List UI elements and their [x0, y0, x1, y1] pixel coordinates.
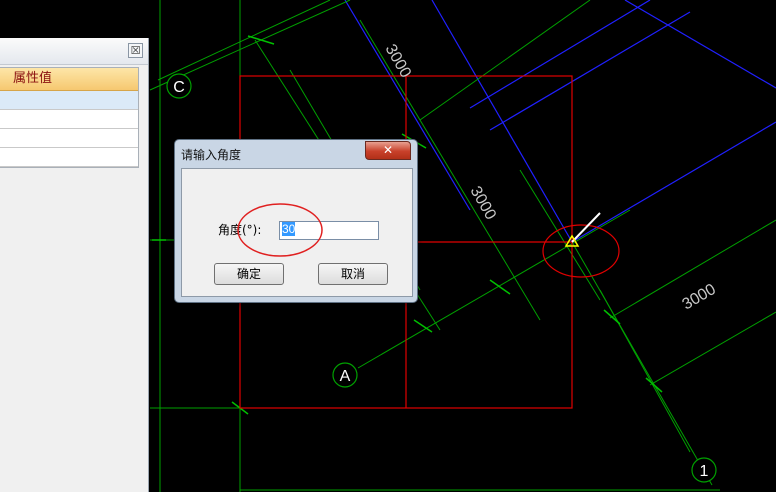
property-row[interactable] — [0, 91, 138, 110]
property-row[interactable] — [0, 148, 138, 167]
column-header-property-value[interactable]: 属性值 — [0, 68, 138, 91]
dialog-title: 请输入角度 — [181, 148, 242, 162]
cancel-button[interactable]: 取消 — [318, 263, 388, 285]
property-row[interactable] — [0, 110, 138, 129]
panel-close-button[interactable]: ☒ — [128, 43, 143, 58]
dialog-close-button[interactable]: ✕ — [365, 141, 411, 160]
angle-dialog: 请输入角度 ✕ 角度(°): 30 确定 取消 — [174, 139, 418, 303]
axis-label: 1 — [700, 463, 709, 480]
dimension-label: 3000 — [382, 42, 415, 81]
dimension-label: 3000 — [680, 281, 719, 314]
angle-label: 角度(°): — [218, 223, 262, 237]
panel-titlebar: ☒ — [0, 38, 148, 65]
axis-bubble-a: A — [332, 362, 358, 388]
dialog-client-area: 角度(°): 30 确定 取消 — [181, 168, 413, 297]
axis-bubble-c: C — [166, 73, 192, 99]
property-grid: 属性值 — [0, 67, 139, 168]
axis-bubble-1: 1 — [691, 457, 717, 483]
ok-button[interactable]: 确定 — [214, 263, 284, 285]
properties-panel: ☒ 属性值 — [0, 38, 149, 492]
dimension-label: 3000 — [467, 184, 500, 223]
property-row[interactable] — [0, 129, 138, 148]
angle-input[interactable]: 30 — [279, 221, 379, 240]
angle-input-value: 30 — [282, 222, 296, 236]
axis-label: C — [173, 79, 185, 96]
axis-label: A — [340, 368, 351, 385]
